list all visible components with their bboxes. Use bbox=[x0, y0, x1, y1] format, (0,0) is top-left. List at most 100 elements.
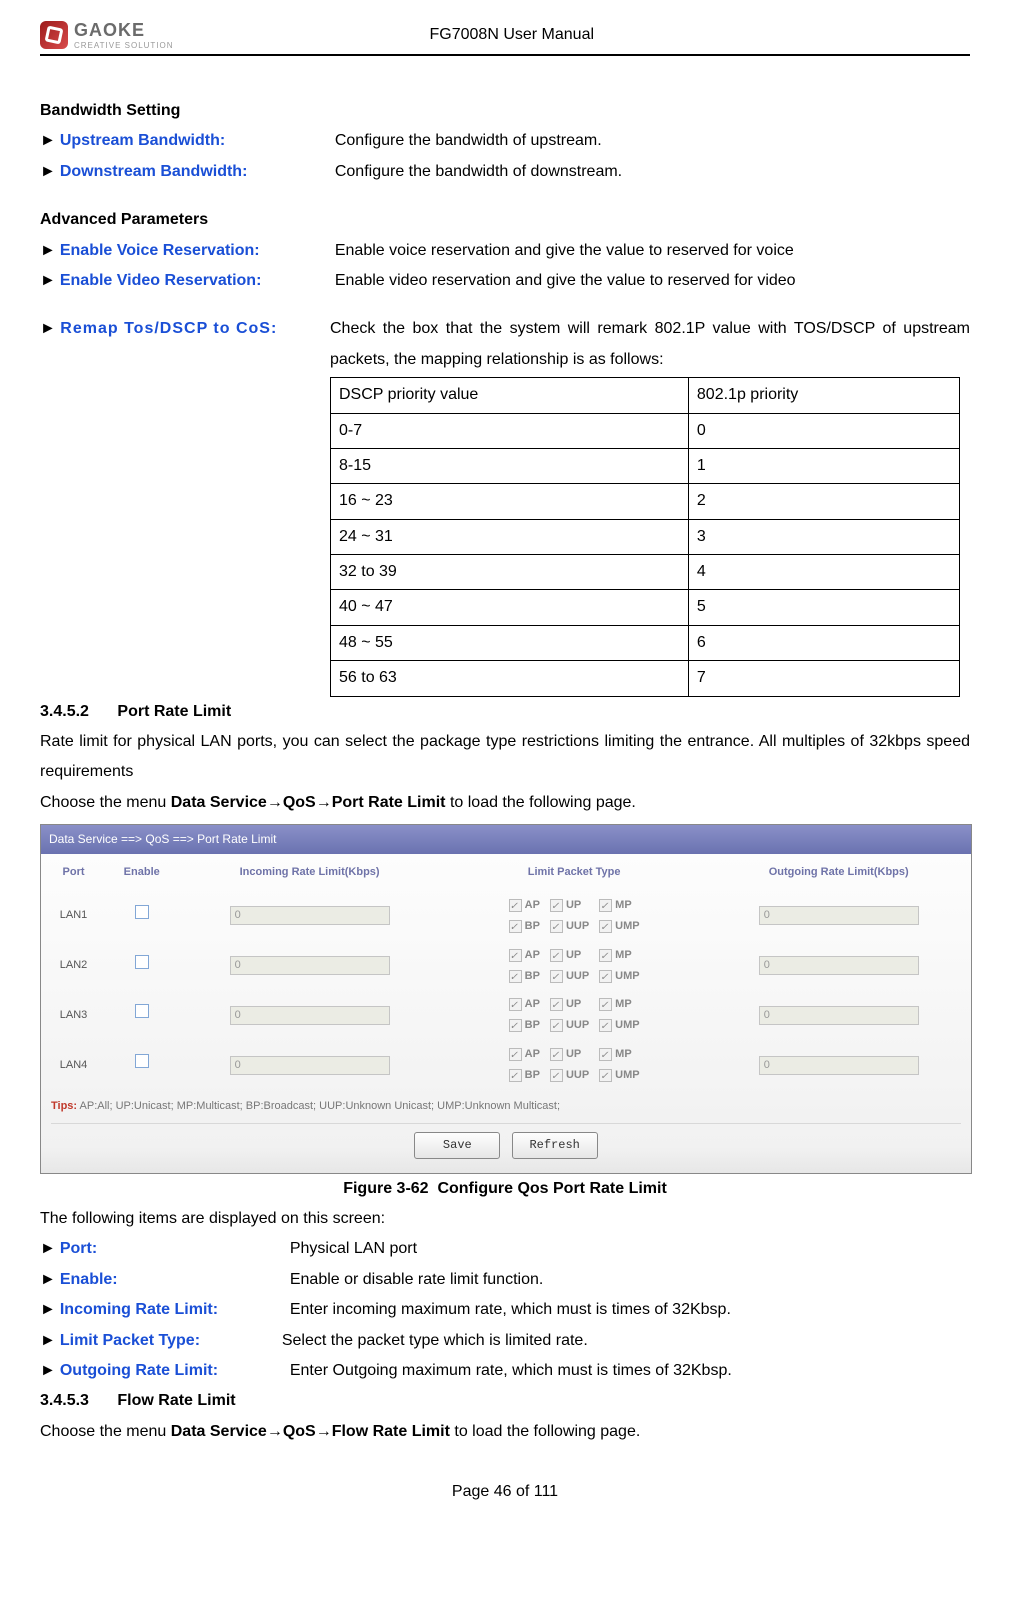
table-row: 32 to 394 bbox=[331, 555, 960, 590]
save-button[interactable]: Save bbox=[414, 1132, 500, 1159]
param-port: ► Port: Physical LAN port bbox=[40, 1234, 970, 1264]
checkbox-icon[interactable] bbox=[550, 1019, 563, 1032]
checkbox-icon[interactable] bbox=[550, 899, 563, 912]
outgoing-rate-input[interactable]: 0 bbox=[759, 906, 919, 925]
checkbox-icon[interactable] bbox=[509, 1019, 522, 1032]
table-row: DSCP priority value 802.1p priority bbox=[331, 378, 960, 413]
triangle-icon: ► bbox=[40, 1234, 56, 1264]
tips-line: Tips: AP:All; UP:Unicast; MP:Multicast; … bbox=[41, 1090, 971, 1119]
checkbox-icon[interactable] bbox=[599, 970, 612, 983]
checkbox-icon[interactable] bbox=[599, 949, 612, 962]
desc-video-res: Enable video reservation and give the va… bbox=[335, 266, 970, 296]
term-downstream: Downstream Bandwidth: bbox=[60, 157, 335, 187]
section-3452-para2: Choose the menu Data Service→QoS→Port Ra… bbox=[40, 788, 970, 818]
col-incoming: Incoming Rate Limit(Kbps) bbox=[177, 854, 442, 891]
table-row: LAN2 0 AP UP MP BP UUP UMP 0 bbox=[41, 941, 971, 991]
triangle-icon: ► bbox=[40, 266, 56, 296]
table-row: 48 ~ 556 bbox=[331, 625, 960, 660]
table-row: LAN3 0 AP UP MP BP UUP UMP 0 bbox=[41, 990, 971, 1040]
checkbox-icon[interactable] bbox=[550, 998, 563, 1011]
table-row: 24 ~ 313 bbox=[331, 519, 960, 554]
checkbox-icon[interactable] bbox=[509, 998, 522, 1011]
enable-checkbox[interactable] bbox=[135, 955, 149, 969]
outgoing-rate-input[interactable]: 0 bbox=[759, 956, 919, 975]
checkbox-icon[interactable] bbox=[509, 1069, 522, 1082]
enable-checkbox[interactable] bbox=[135, 1054, 149, 1068]
page-footer: Page 46 of 111 bbox=[40, 1477, 970, 1507]
triangle-icon: ► bbox=[40, 1265, 56, 1295]
incoming-rate-input[interactable]: 0 bbox=[230, 1056, 390, 1075]
items-intro: The following items are displayed on thi… bbox=[40, 1204, 970, 1234]
desc-port: Physical LAN port bbox=[290, 1234, 970, 1264]
packet-type-group: AP UP MP BP UUP UMP bbox=[446, 945, 703, 987]
term-outgoing: Outgoing Rate Limit: bbox=[60, 1356, 290, 1386]
priority-table: DSCP priority value 802.1p priority 0-70… bbox=[330, 377, 960, 697]
port-name: LAN1 bbox=[41, 891, 106, 941]
term-limit-pt: Limit Packet Type: bbox=[60, 1326, 282, 1356]
screenshot-titlebar: Data Service ==> QoS ==> Port Rate Limit bbox=[41, 825, 971, 854]
term-remap: Remap Tos/DSCP to CoS: bbox=[60, 320, 277, 337]
checkbox-icon[interactable] bbox=[599, 998, 612, 1011]
triangle-icon: ► bbox=[40, 236, 56, 266]
checkbox-icon[interactable] bbox=[599, 1019, 612, 1032]
desc-enable: Enable or disable rate limit function. bbox=[290, 1265, 970, 1295]
desc-incoming: Enter incoming maximum rate, which must … bbox=[290, 1295, 970, 1325]
desc-limit-pt: Select the packet type which is limited … bbox=[282, 1326, 970, 1356]
term-enable: Enable: bbox=[60, 1265, 290, 1295]
enable-checkbox[interactable] bbox=[135, 905, 149, 919]
col-enable: Enable bbox=[106, 854, 177, 891]
col-port: Port bbox=[41, 854, 106, 891]
table-row: LAN1 0 AP UP MP BP UUP UMP 0 bbox=[41, 891, 971, 941]
port-rate-limit-screenshot: Data Service ==> QoS ==> Port Rate Limit… bbox=[40, 824, 972, 1174]
table-row: 0-70 bbox=[331, 413, 960, 448]
document-title: FG7008N User Manual bbox=[174, 26, 850, 44]
section-3452-heading: 3.4.5.2 Port Rate Limit bbox=[40, 697, 970, 727]
logo-icon bbox=[40, 21, 68, 49]
desc-upstream: Configure the bandwidth of upstream. bbox=[335, 126, 970, 156]
incoming-rate-input[interactable]: 0 bbox=[230, 1006, 390, 1025]
desc-outgoing: Enter Outgoing maximum rate, which must … bbox=[290, 1356, 970, 1386]
checkbox-icon[interactable] bbox=[599, 899, 612, 912]
bandwidth-heading: Bandwidth Setting bbox=[40, 96, 970, 126]
refresh-button[interactable]: Refresh bbox=[512, 1132, 598, 1159]
checkbox-icon[interactable] bbox=[550, 970, 563, 983]
term-port: Port: bbox=[60, 1234, 290, 1264]
outgoing-rate-input[interactable]: 0 bbox=[759, 1056, 919, 1075]
brand-tagline: CREATIVE SOLUTION bbox=[74, 41, 174, 50]
checkbox-icon[interactable] bbox=[509, 970, 522, 983]
section-3453-para: Choose the menu Data Service→QoS→Flow Ra… bbox=[40, 1417, 970, 1447]
page-header: GAOKE CREATIVE SOLUTION FG7008N User Man… bbox=[40, 20, 970, 56]
outgoing-rate-input[interactable]: 0 bbox=[759, 1006, 919, 1025]
checkbox-icon[interactable] bbox=[509, 1048, 522, 1061]
desc-remap: Check the box that the system will remar… bbox=[330, 314, 970, 375]
triangle-icon: ► bbox=[40, 157, 56, 187]
table-row: 16 ~ 232 bbox=[331, 484, 960, 519]
table-row: 56 to 637 bbox=[331, 661, 960, 696]
triangle-icon: ► bbox=[40, 320, 56, 337]
enable-checkbox[interactable] bbox=[135, 1004, 149, 1018]
th-dscp: DSCP priority value bbox=[331, 378, 689, 413]
checkbox-icon[interactable] bbox=[550, 949, 563, 962]
incoming-rate-input[interactable]: 0 bbox=[230, 906, 390, 925]
checkbox-icon[interactable] bbox=[599, 1069, 612, 1082]
checkbox-icon[interactable] bbox=[550, 1069, 563, 1082]
table-row: 8-151 bbox=[331, 448, 960, 483]
checkbox-icon[interactable] bbox=[599, 1048, 612, 1061]
checkbox-icon[interactable] bbox=[509, 920, 522, 933]
th-8021p: 802.1p priority bbox=[688, 378, 959, 413]
checkbox-icon[interactable] bbox=[599, 920, 612, 933]
term-voice-res: Enable Voice Reservation: bbox=[60, 236, 335, 266]
param-upstream: ► Upstream Bandwidth: Configure the band… bbox=[40, 126, 970, 156]
packet-type-group: AP UP MP BP UUP UMP bbox=[446, 895, 703, 937]
packet-type-group: AP UP MP BP UUP UMP bbox=[446, 1044, 703, 1086]
port-name: LAN4 bbox=[41, 1040, 106, 1090]
checkbox-icon[interactable] bbox=[550, 920, 563, 933]
checkbox-icon[interactable] bbox=[509, 949, 522, 962]
checkbox-icon[interactable] bbox=[509, 899, 522, 912]
triangle-icon: ► bbox=[40, 1326, 56, 1356]
triangle-icon: ► bbox=[40, 1295, 56, 1325]
checkbox-icon[interactable] bbox=[550, 1048, 563, 1061]
param-remap: ► Remap Tos/DSCP to CoS: Check the box t… bbox=[40, 314, 970, 375]
incoming-rate-input[interactable]: 0 bbox=[230, 956, 390, 975]
table-row: LAN4 0 AP UP MP BP UUP UMP 0 bbox=[41, 1040, 971, 1090]
